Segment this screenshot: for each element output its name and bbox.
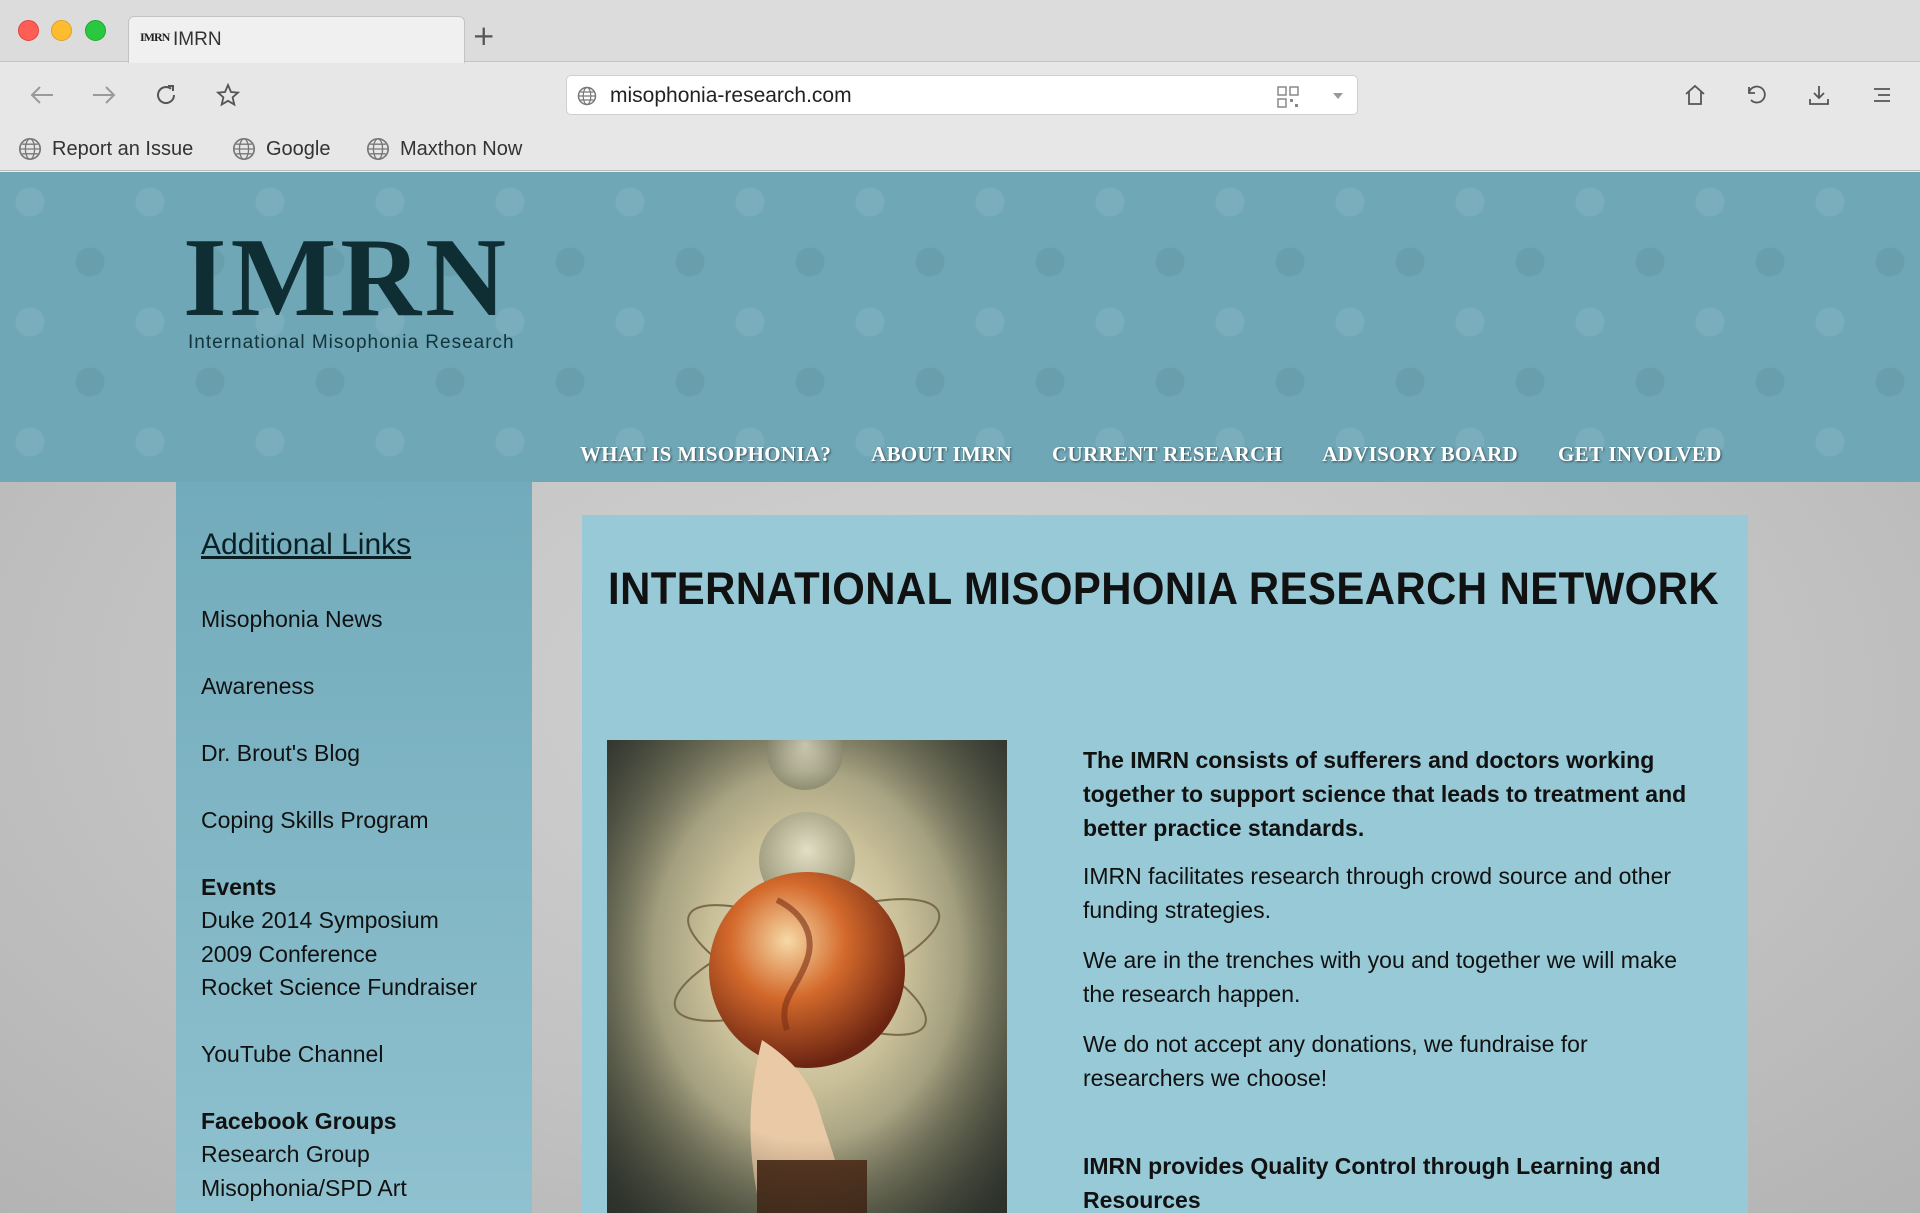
- url-text: misophonia-research.com: [610, 84, 852, 107]
- site-logo[interactable]: IMRN: [183, 222, 510, 334]
- web-page: IMRN International Misophonia Research W…: [0, 172, 1920, 1213]
- intro-paragraph: IMRN facilitates research through crowd …: [1083, 863, 1672, 923]
- intro-lead: The IMRN consists of sufferers and docto…: [1083, 747, 1687, 841]
- globe-icon: [366, 137, 390, 161]
- zoom-window-button[interactable]: [85, 20, 106, 41]
- chevron-down-icon[interactable]: [1333, 93, 1343, 99]
- sidebar-link-coping-skills[interactable]: Coping Skills Program: [201, 807, 429, 834]
- browser-chrome: IMRN IMRN + misophonia-research.com Repo…: [0, 0, 1920, 171]
- intro-paragraph: We do not accept any donations, we fundr…: [1083, 1031, 1588, 1091]
- page-title: INTERNATIONAL MISOPHONIA RESEARCH NETWOR…: [608, 563, 1720, 614]
- sidebar-link-rocket-science[interactable]: Rocket Science Fundraiser: [201, 974, 477, 1001]
- bookmark-maxthon-now[interactable]: Maxthon Now: [366, 137, 522, 161]
- toolbar: misophonia-research.com: [0, 63, 1920, 127]
- main-nav: WHAT IS MISOPHONIA? ABOUT IMRN CURRENT R…: [580, 442, 1722, 467]
- back-arrow-icon[interactable]: [27, 80, 57, 110]
- intro-text: The IMRN consists of sufferers and docto…: [1083, 743, 1713, 1213]
- sidebar-link-awareness[interactable]: Awareness: [201, 673, 314, 700]
- tab-title: IMRN: [173, 29, 222, 50]
- bookmark-label: Maxthon Now: [400, 137, 523, 160]
- globe-icon: [232, 137, 256, 161]
- minimize-window-button[interactable]: [51, 20, 72, 41]
- main-content: INTERNATIONAL MISOPHONIA RESEARCH NETWOR…: [582, 515, 1748, 1213]
- tab-favicon: IMRN: [140, 30, 170, 44]
- sidebar-events-heading: Events: [201, 874, 277, 900]
- forward-arrow-icon[interactable]: [89, 80, 119, 110]
- bookmark-star-icon[interactable]: [213, 80, 243, 110]
- sidebar-link-duke-symposium[interactable]: Duke 2014 Symposium: [201, 907, 439, 934]
- nav-about-imrn[interactable]: ABOUT IMRN: [871, 442, 1012, 467]
- nav-current-research[interactable]: CURRENT RESEARCH: [1052, 442, 1282, 467]
- menu-icon[interactable]: [1866, 80, 1896, 110]
- site-header: IMRN International Misophonia Research W…: [0, 172, 1920, 482]
- qr-code-icon[interactable]: [1277, 86, 1299, 113]
- tab-imrn[interactable]: IMRN IMRN: [128, 16, 465, 63]
- bookmark-report-an-issue[interactable]: Report an Issue: [18, 137, 193, 161]
- intro-paragraph: We are in the trenches with you and toge…: [1083, 947, 1678, 1007]
- globe-hand-illustration: [607, 740, 1007, 1213]
- sidebar-facebook-heading: Facebook Groups: [201, 1108, 397, 1134]
- address-bar[interactable]: misophonia-research.com: [566, 75, 1358, 115]
- close-window-button[interactable]: [18, 20, 39, 41]
- bookmark-label: Report an Issue: [52, 137, 194, 160]
- bookmark-label: Google: [266, 137, 331, 160]
- sidebar-link-2009-conference[interactable]: 2009 Conference: [201, 941, 377, 968]
- globe-icon: [577, 86, 597, 111]
- site-logo-subtitle: International Misophonia Research: [188, 332, 515, 353]
- nav-get-involved[interactable]: GET INVOLVED: [1558, 442, 1722, 467]
- tab-bar: IMRN IMRN +: [0, 0, 1920, 63]
- home-icon[interactable]: [1680, 80, 1710, 110]
- sidebar-link-misophonia-spd-art[interactable]: Misophonia/SPD Art: [201, 1175, 407, 1202]
- sidebar-link-research-group[interactable]: Research Group: [201, 1141, 370, 1168]
- sidebar-link-misophonia-news[interactable]: Misophonia News: [201, 606, 383, 633]
- sidebar-link-youtube[interactable]: YouTube Channel: [201, 1041, 383, 1068]
- bookmarks-bar: Report an Issue Google Maxthon Now: [0, 127, 1920, 171]
- download-icon[interactable]: [1804, 80, 1834, 110]
- bookmark-google[interactable]: Google: [232, 137, 331, 161]
- sidebar-heading[interactable]: Additional Links: [201, 528, 411, 562]
- reload-icon[interactable]: [151, 80, 181, 110]
- undo-icon[interactable]: [1742, 80, 1772, 110]
- nav-what-is-misophonia[interactable]: WHAT IS MISOPHONIA?: [580, 442, 831, 467]
- nav-advisory-board[interactable]: ADVISORY BOARD: [1322, 442, 1518, 467]
- new-tab-button[interactable]: +: [472, 22, 495, 50]
- globe-icon: [18, 137, 42, 161]
- sidebar: Additional Links Misophonia News Awarene…: [176, 482, 532, 1213]
- quality-control-heading: IMRN provides Quality Control through Le…: [1083, 1153, 1661, 1213]
- sidebar-link-brout-blog[interactable]: Dr. Brout's Blog: [201, 740, 360, 767]
